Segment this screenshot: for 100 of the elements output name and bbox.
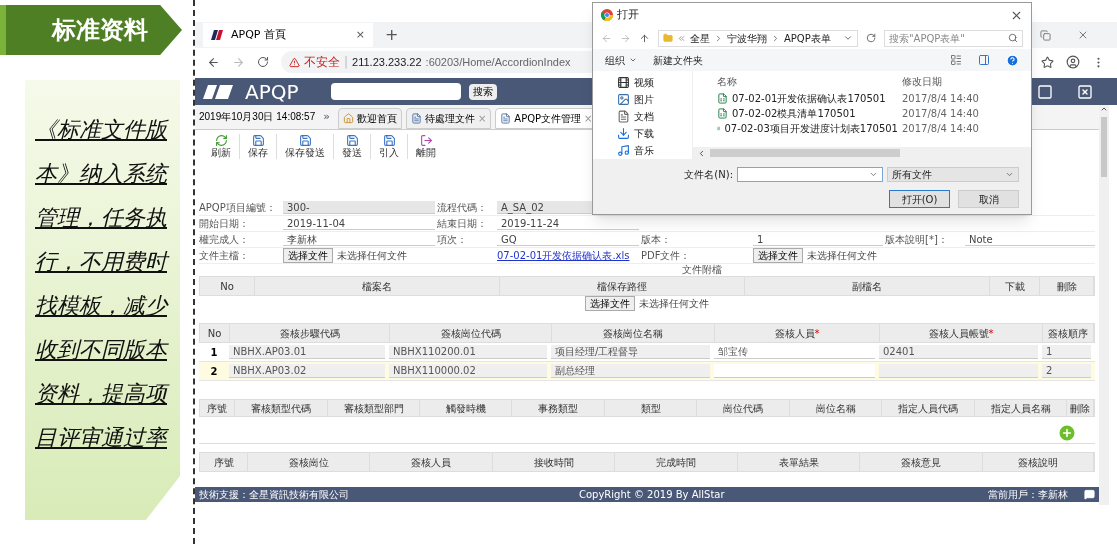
new-tab-button[interactable]: + <box>373 23 411 47</box>
file-link[interactable]: 07-02-01开发依据确认表.xls <box>497 248 639 263</box>
table-cell-field[interactable]: NBHX.AP03.02 <box>229 364 385 378</box>
column-header: 副檔名 <box>745 277 990 295</box>
refresh-icon[interactable] <box>866 33 876 43</box>
table-cell-field[interactable] <box>879 364 1038 378</box>
add-icon[interactable] <box>1057 423 1077 443</box>
toolbar-button[interactable]: 發送 <box>333 133 370 159</box>
reload-icon[interactable] <box>257 56 269 68</box>
table-cell-field[interactable]: 2 <box>1042 364 1091 378</box>
close-icon[interactable] <box>1077 29 1089 41</box>
text-field[interactable]: 2019-11-24 <box>497 217 639 230</box>
dialog-button[interactable]: 打开(O) <box>889 190 950 208</box>
file-row[interactable]: 07-02-03项目开发进度计划表170501 2017/8/4 14:40 <box>693 121 1031 136</box>
home-icon <box>342 113 354 124</box>
column-header: 簽核意見 <box>860 453 983 471</box>
search-button[interactable]: 搜索 <box>468 83 497 100</box>
field-label: 權完成人： <box>199 233 250 247</box>
dialog-title: 打开 <box>617 6 639 23</box>
table-cell-field[interactable]: NBHX110200.01 <box>389 345 547 359</box>
vertical-scrollbar[interactable] <box>1099 105 1109 505</box>
nav-item[interactable]: 视频 <box>617 75 692 90</box>
toolbar-button[interactable]: 保存發送 <box>276 133 333 159</box>
file-row[interactable]: 07-02-02模具清单170501 2017/8/4 14:40 <box>693 106 1031 121</box>
column-header: 完成時間 <box>615 453 738 471</box>
dialog-button[interactable]: 取消 <box>958 190 1019 208</box>
table-cell-field[interactable]: 邹宝传 <box>714 345 875 359</box>
video-icon <box>617 76 630 89</box>
table-row[interactable]: 2 NBHX.AP03.02 NBHX110000.02 副总经理 2 <box>199 362 1095 381</box>
page-tab[interactable]: 歡迎首頁 <box>337 108 402 129</box>
scroll-up-icon[interactable] <box>1100 105 1108 113</box>
horizontal-scrollbar[interactable] <box>693 147 1031 159</box>
file-type-select[interactable]: 所有文件 <box>887 167 1019 182</box>
file-row[interactable]: 07-02-01开发依据确认表170501 2017/8/4 14:40 <box>693 91 1031 106</box>
table-cell-field[interactable]: 项目经理/工程督导 <box>551 345 710 359</box>
organize-menu[interactable]: 组织 <box>605 52 637 68</box>
field-label: 項次： <box>437 233 468 247</box>
browser-tab[interactable]: APQP 首頁 × <box>203 23 373 47</box>
toolbar-button[interactable]: 引入 <box>370 133 407 159</box>
date-time: 2019年10月30日 14:08:57 <box>199 110 316 124</box>
nav-item[interactable]: 文档 <box>617 109 692 124</box>
choose-file-button[interactable]: 选择文件 <box>585 296 635 311</box>
text-field[interactable]: Note <box>965 233 1095 246</box>
download-icon <box>617 127 630 140</box>
back-icon[interactable] <box>207 55 220 69</box>
view-icon[interactable] <box>950 54 962 66</box>
table-row[interactable]: 1 NBHX.AP03.01 NBHX110200.01 项目经理/工程督导 邹宝传 02401 1 <box>199 343 1095 362</box>
path-segment[interactable]: 宁波华翔 <box>727 30 767 46</box>
close-icon[interactable] <box>1077 83 1093 100</box>
scroll-left-icon[interactable] <box>697 148 706 158</box>
filename-field[interactable] <box>737 167 883 182</box>
scroll-tabs-button[interactable]: » <box>319 108 334 126</box>
column-header: No <box>200 324 230 342</box>
table-cell-field[interactable] <box>714 364 875 378</box>
new-folder-button[interactable]: 新建文件夹 <box>653 52 703 68</box>
toolbar-button[interactable]: 刷新 <box>203 133 239 159</box>
column-header[interactable]: 修改日期 <box>898 73 942 89</box>
text-field[interactable]: GQ <box>497 233 639 246</box>
path-segment[interactable]: APQP表单 <box>784 30 831 46</box>
help-icon[interactable] <box>1006 53 1019 67</box>
text-field[interactable]: 李新林 <box>283 233 435 246</box>
nav-item[interactable]: 下载 <box>617 126 692 141</box>
text-field[interactable]: 300- <box>283 201 435 214</box>
dropdown-icon[interactable] <box>843 33 853 43</box>
table-cell-field[interactable]: 1 <box>1042 345 1091 359</box>
search-field[interactable]: 搜索"APQP表单" <box>884 29 1023 47</box>
preview-pane-icon[interactable] <box>978 54 990 66</box>
window-icon[interactable] <box>1037 83 1053 100</box>
browser-logo-icon <box>601 9 613 21</box>
text-field[interactable]: 1 <box>753 233 883 246</box>
column-header: 崗位代碼 <box>697 400 790 416</box>
table-cell-field[interactable]: 02401 <box>879 345 1038 359</box>
profile-icon[interactable] <box>1066 55 1080 69</box>
choose-file-button[interactable]: 选择文件 <box>283 248 333 263</box>
column-header: 簽核順序 <box>1043 324 1094 342</box>
search-field[interactable] <box>330 83 461 100</box>
choose-file-button[interactable]: 选择文件 <box>753 248 803 263</box>
path-segment[interactable]: 全星 <box>690 30 710 46</box>
path-bar[interactable]: 全星 宁波华翔 APQP表单 <box>658 29 858 47</box>
nav-item[interactable]: 图片 <box>617 92 692 107</box>
refresh-icon <box>214 133 228 147</box>
table-cell-field[interactable]: 副总经理 <box>551 364 710 378</box>
column-header: 序號 <box>200 400 235 416</box>
bookmark-icon[interactable] <box>1041 55 1054 69</box>
column-header[interactable]: 名称 <box>693 73 898 89</box>
table-cell-field[interactable]: NBHX110000.02 <box>389 364 547 378</box>
column-header: 簽核崗位代碼 <box>390 324 552 342</box>
toolbar-button[interactable]: 離開 <box>407 133 444 159</box>
dropdown-icon[interactable] <box>1005 170 1014 179</box>
text-field[interactable]: 2019-11-04 <box>283 217 435 230</box>
page-tab[interactable]: 待處理文件 × <box>405 108 492 129</box>
restore-icon[interactable] <box>1040 29 1051 41</box>
dropdown-icon[interactable] <box>869 170 878 179</box>
field-label: 流程代碼： <box>437 201 488 215</box>
table-cell-field[interactable]: NBHX.AP03.01 <box>229 345 385 359</box>
chat-icon[interactable] <box>1084 489 1095 500</box>
nav-item[interactable]: 音乐 <box>617 143 692 158</box>
warning-icon <box>289 56 300 68</box>
toolbar-button[interactable]: 保存 <box>239 133 276 159</box>
up-icon[interactable] <box>639 32 650 44</box>
